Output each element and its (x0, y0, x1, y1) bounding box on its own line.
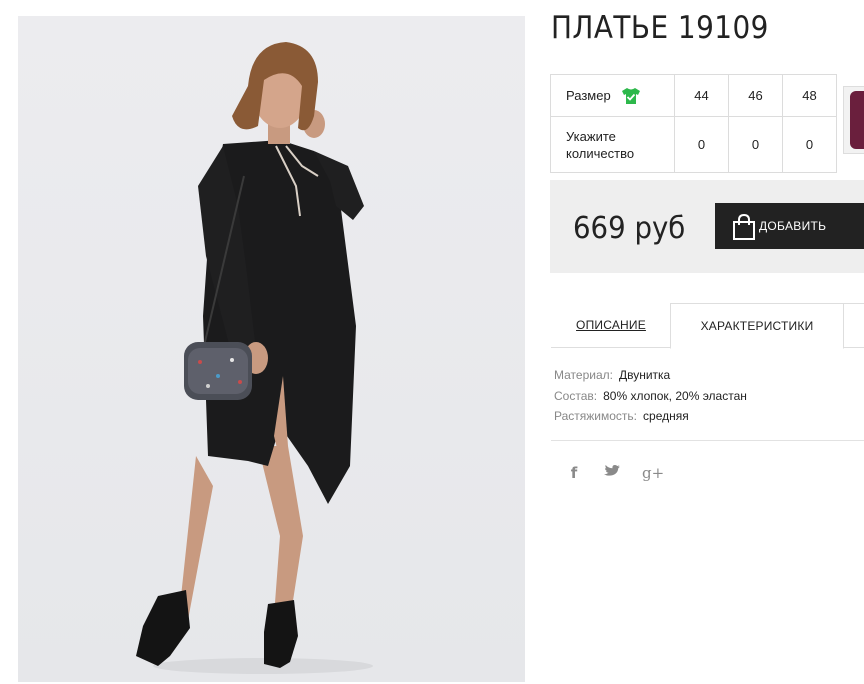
quantity-input-46[interactable]: 0 (728, 116, 783, 173)
section-divider (551, 440, 864, 441)
spec-stretch: Растяжимость: средняя (554, 406, 747, 427)
size-option-44[interactable]: 44 (674, 74, 729, 117)
tab-more[interactable] (843, 303, 864, 348)
spec-stretch-label: Растяжимость: (554, 409, 638, 423)
size-quantity-table: Размер 44 46 48 Укажите количество 0 0 0 (550, 74, 837, 173)
twitter-icon[interactable] (604, 464, 620, 482)
size-label-cell: Размер (550, 74, 675, 117)
thumbnail-image (850, 91, 864, 149)
spec-composition-label: Состав: (554, 388, 598, 403)
facebook-icon[interactable]: f (566, 464, 582, 482)
spec-stretch-value: средняя (643, 409, 689, 423)
add-to-cart-label: ДОБАВИТЬ (759, 219, 827, 233)
spec-material-label: Материал: (554, 368, 613, 382)
quantity-input-48[interactable]: 0 (782, 116, 837, 173)
shirt-check-icon[interactable] (621, 87, 641, 105)
add-to-cart-button[interactable]: ДОБАВИТЬ (715, 203, 864, 249)
model-illustration (136, 42, 373, 674)
google-plus-icon[interactable]: g+ (642, 464, 664, 482)
quantity-input-44[interactable]: 0 (674, 116, 729, 173)
product-title: ПЛАТЬЕ 19109 (551, 10, 769, 46)
gallery-thumbnail[interactable] (843, 86, 864, 154)
social-share-links: f g+ (566, 464, 664, 482)
spec-material: Материал: Двунитка (554, 365, 747, 386)
size-option-48[interactable]: 48 (782, 74, 837, 117)
product-photo[interactable] (18, 16, 525, 682)
purchase-panel: 669 руб ДОБАВИТЬ (550, 180, 864, 273)
size-option-46[interactable]: 46 (728, 74, 783, 117)
tab-characteristics[interactable]: ХАРАКТЕРИСТИКИ (670, 303, 844, 349)
quantity-label-cell: Укажите количество (550, 116, 675, 173)
size-label: Размер (566, 88, 611, 103)
quantity-label-line2: количество (566, 145, 635, 161)
spec-material-value: Двунитка (618, 368, 671, 382)
spec-composition-value: 80% хлопок, 20% эластан (603, 388, 747, 403)
product-tabs: ОПИСАНИЕ ХАРАКТЕРИСТИКИ (551, 303, 864, 349)
quantity-label-line1: Укажите (566, 128, 616, 144)
shopping-bag-icon (733, 213, 755, 240)
product-price: 669 руб (573, 211, 686, 246)
spec-composition: Состав: 80% хлопок, 20% эластан (554, 386, 747, 407)
characteristics-list: Материал: Двунитка Состав: 80% хлопок, 20%… (554, 365, 747, 427)
tab-description[interactable]: ОПИСАНИЕ (551, 303, 671, 347)
